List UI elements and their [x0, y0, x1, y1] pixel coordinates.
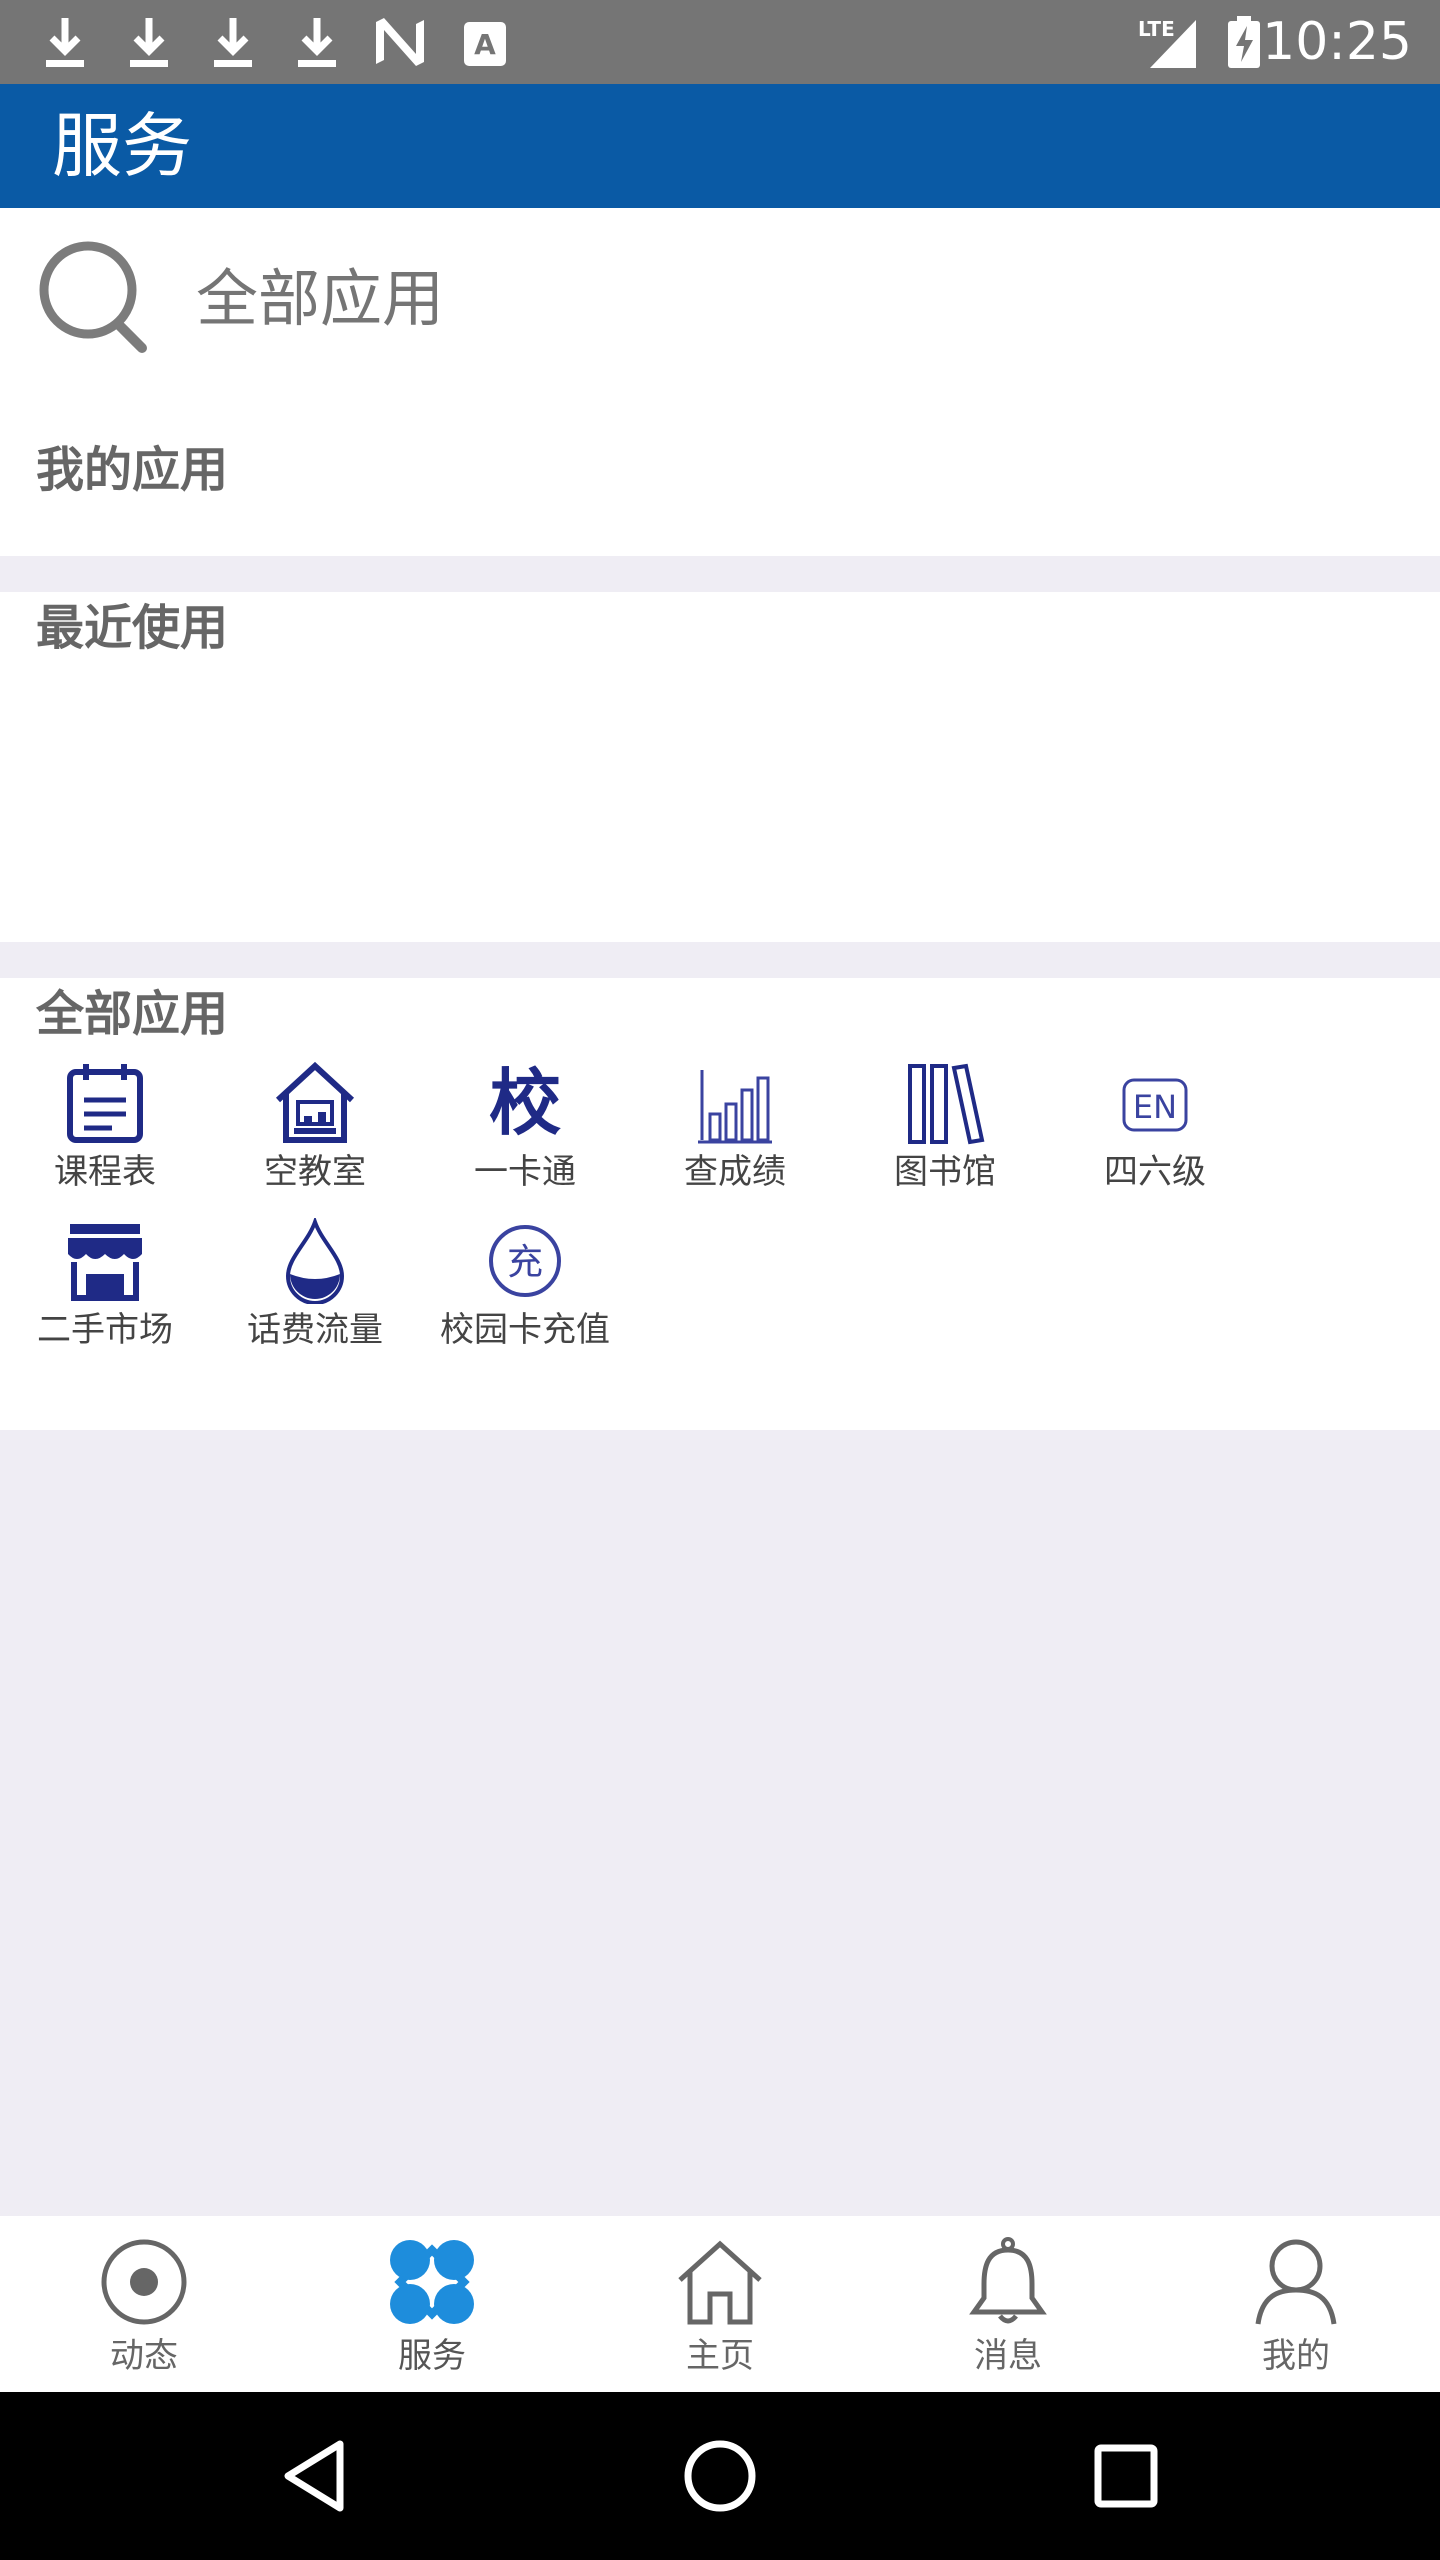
books-icon — [908, 1063, 985, 1145]
water-drop-icon — [285, 1218, 345, 1304]
download-icon — [130, 18, 168, 67]
recents-icon[interactable] — [1086, 2436, 1166, 2516]
nav-label: 我的 — [1262, 2336, 1330, 2376]
nav-label: 消息 — [974, 2336, 1042, 2376]
a-notification-icon: A — [464, 22, 506, 66]
app-label: 图书馆 — [894, 1152, 996, 1192]
app-label: 校园卡充值 — [440, 1310, 610, 1350]
app-label: 二手市场 — [37, 1310, 173, 1350]
search-input[interactable] — [196, 260, 1196, 336]
app-bar: 服务 — [0, 84, 1440, 208]
app-label: 课程表 — [54, 1152, 156, 1192]
classroom-icon — [275, 1061, 355, 1143]
campus-card-icon: 校 — [488, 1061, 561, 1145]
services-icon — [390, 2240, 474, 2324]
user-icon — [1255, 2239, 1337, 2325]
section-divider — [0, 556, 1440, 592]
app-empty-classroom[interactable]: 空教室 — [210, 1060, 420, 1194]
nav-label: 主页 — [686, 2336, 754, 2376]
app-label: 四六级 — [1104, 1152, 1206, 1192]
search-bar[interactable] — [0, 208, 1440, 388]
svg-text:LTE: LTE — [1138, 17, 1175, 41]
bottom-navigation: 动态 服务 主页 消息 我的 — [0, 2216, 1440, 2392]
recharge-icon: 充 — [489, 1225, 561, 1297]
nav-item-home[interactable]: 主页 — [576, 2216, 864, 2392]
record-icon — [101, 2239, 187, 2325]
all-apps-title: 全部应用 — [36, 986, 229, 1042]
status-time: 10:25 — [1262, 12, 1412, 72]
home-button-icon[interactable] — [680, 2436, 760, 2516]
my-apps-section: 我的应用 — [0, 388, 1440, 556]
status-bar: A LTE 10:25 — [0, 0, 1440, 84]
all-apps-section: 全部应用 课程表 空教室 校 一卡通 查成绩 图书馆 EN 四六级 二手市场 话… — [0, 978, 1440, 1430]
app-phone-data[interactable]: 话费流量 — [210, 1218, 420, 1352]
recent-title: 最近使用 — [36, 600, 229, 656]
nav-item-messages[interactable]: 消息 — [864, 2216, 1152, 2392]
search-icon[interactable] — [34, 238, 154, 358]
n-logo-icon — [376, 18, 424, 66]
calendar-icon — [67, 1064, 143, 1143]
en-icon: EN — [1122, 1078, 1188, 1132]
app-second-hand-market[interactable]: 二手市场 — [0, 1218, 210, 1352]
svg-text:充: 充 — [507, 1242, 543, 1283]
recent-section: 最近使用 — [0, 592, 1440, 942]
empty-area — [0, 1430, 1440, 2216]
app-label: 话费流量 — [247, 1310, 383, 1350]
nav-label: 服务 — [398, 2336, 466, 2376]
app-campus-card[interactable]: 校 一卡通 — [420, 1060, 630, 1194]
nav-label: 动态 — [110, 2336, 178, 2376]
svg-text:A: A — [474, 28, 496, 61]
page-title: 服务 — [52, 105, 192, 187]
store-icon — [68, 1224, 142, 1301]
nav-item-feed[interactable]: 动态 — [0, 2216, 288, 2392]
lte-signal-icon: LTE — [1138, 17, 1196, 68]
home-icon — [678, 2240, 762, 2325]
app-cet[interactable]: EN 四六级 — [1050, 1060, 1260, 1194]
system-navigation-bar — [0, 2392, 1440, 2560]
app-label: 一卡通 — [474, 1152, 576, 1192]
bar-chart-icon — [698, 1070, 772, 1144]
nav-item-me[interactable]: 我的 — [1152, 2216, 1440, 2392]
app-card-recharge[interactable]: 充 校园卡充值 — [420, 1218, 630, 1352]
bell-icon — [969, 2237, 1047, 2324]
download-icon — [214, 18, 252, 67]
svg-text:EN: EN — [1133, 1088, 1177, 1126]
app-label: 空教室 — [264, 1152, 366, 1192]
download-icon — [46, 18, 84, 67]
back-icon[interactable] — [276, 2436, 356, 2516]
nav-item-services[interactable]: 服务 — [288, 2216, 576, 2392]
battery-charging-icon — [1228, 16, 1260, 68]
app-label: 查成绩 — [684, 1152, 786, 1192]
app-timetable[interactable]: 课程表 — [0, 1060, 210, 1194]
app-library[interactable]: 图书馆 — [840, 1060, 1050, 1194]
my-apps-title: 我的应用 — [36, 442, 229, 498]
section-divider — [0, 942, 1440, 978]
download-icon — [298, 18, 336, 67]
app-grades[interactable]: 查成绩 — [630, 1060, 840, 1194]
